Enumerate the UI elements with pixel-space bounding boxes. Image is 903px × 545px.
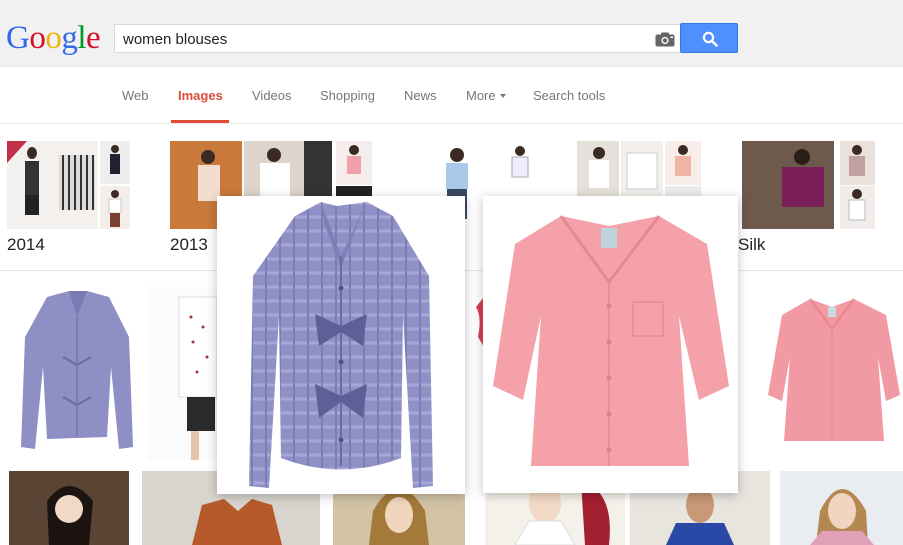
related-thumbnail[interactable] bbox=[621, 141, 663, 196]
tab-more[interactable]: More bbox=[466, 88, 506, 103]
related-thumbnail[interactable] bbox=[665, 186, 701, 196]
related-thumbnail[interactable] bbox=[100, 141, 130, 184]
image-result[interactable] bbox=[466, 287, 484, 460]
search-tabs: Web Images Videos Shopping News More Sea… bbox=[0, 67, 903, 124]
search-button[interactable] bbox=[680, 23, 738, 53]
logo-letter: o bbox=[29, 20, 46, 56]
search-box bbox=[114, 24, 681, 53]
logo-letter: g bbox=[61, 20, 78, 56]
related-thumbnail[interactable] bbox=[100, 186, 130, 229]
related-thumbnail[interactable] bbox=[244, 141, 332, 196]
image-preview-popup[interactable] bbox=[217, 196, 465, 494]
tab-more-label: More bbox=[466, 88, 496, 103]
image-result[interactable] bbox=[760, 285, 903, 460]
active-tab-indicator bbox=[171, 120, 229, 123]
image-result[interactable] bbox=[9, 471, 129, 545]
image-result[interactable] bbox=[7, 287, 147, 460]
search-icon bbox=[702, 31, 718, 47]
image-result[interactable] bbox=[147, 287, 217, 460]
tab-web[interactable]: Web bbox=[122, 88, 149, 103]
search-input[interactable] bbox=[123, 30, 643, 48]
related-thumbnail[interactable] bbox=[742, 141, 834, 229]
logo-letter: G bbox=[6, 20, 30, 56]
related-thumbnail[interactable] bbox=[665, 141, 701, 185]
related-thumbnail[interactable] bbox=[502, 141, 538, 185]
image-result[interactable] bbox=[738, 287, 750, 460]
google-image-search-page: Google Web Images Videos Shopping News M… bbox=[0, 0, 903, 545]
related-thumbnail[interactable] bbox=[336, 186, 372, 196]
related-thumbnail[interactable] bbox=[840, 186, 875, 229]
pink-blouse-image bbox=[493, 215, 729, 466]
google-logo[interactable]: Google bbox=[6, 20, 101, 56]
tab-videos[interactable]: Videos bbox=[252, 88, 292, 103]
related-thumbnail[interactable] bbox=[336, 141, 372, 185]
camera-icon[interactable] bbox=[655, 32, 675, 47]
header-bar: Google bbox=[0, 0, 903, 67]
tab-shopping[interactable]: Shopping bbox=[320, 88, 375, 103]
tab-search-tools[interactable]: Search tools bbox=[533, 88, 605, 103]
related-search-label[interactable]: Silk bbox=[738, 235, 765, 255]
image-result[interactable] bbox=[780, 471, 903, 545]
image-preview-popup[interactable] bbox=[483, 196, 738, 493]
logo-letter: o bbox=[45, 20, 62, 56]
lavender-blouse-image bbox=[249, 202, 433, 488]
related-thumbnail[interactable] bbox=[840, 141, 875, 185]
related-thumbnail[interactable] bbox=[7, 141, 98, 229]
logo-letter: e bbox=[86, 20, 101, 56]
tab-images[interactable]: Images bbox=[178, 88, 223, 103]
logo-letter: l bbox=[77, 20, 87, 56]
related-thumbnail[interactable] bbox=[577, 141, 619, 196]
tab-news[interactable]: News bbox=[404, 88, 437, 103]
related-search-label[interactable]: 2013 bbox=[170, 235, 208, 255]
related-search-label[interactable]: 2014 bbox=[7, 235, 45, 255]
chevron-down-icon bbox=[499, 94, 506, 98]
